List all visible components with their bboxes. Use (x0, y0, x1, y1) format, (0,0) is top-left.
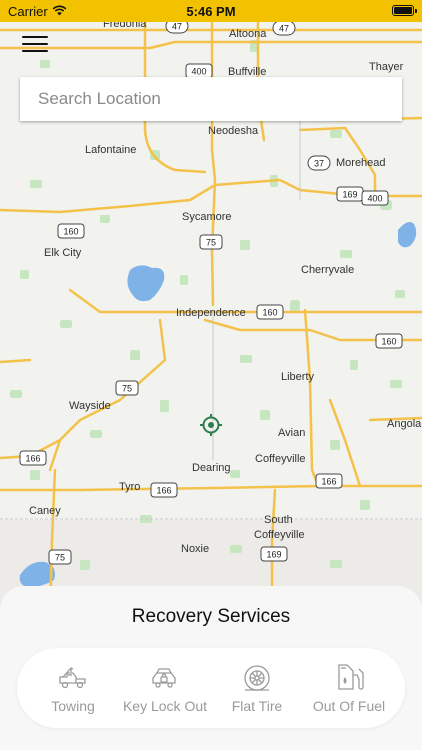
town-label: Liberty (281, 371, 315, 383)
town-label: Wayside (69, 400, 111, 412)
town-label: Noxie (181, 543, 209, 555)
svg-text:166: 166 (25, 454, 40, 464)
town-label: Fredonia (103, 22, 147, 30)
service-flat-tire[interactable]: Flat Tire (213, 648, 301, 728)
svg-text:37: 37 (314, 159, 324, 169)
svg-text:166: 166 (156, 486, 171, 496)
car-lock-icon (152, 668, 176, 688)
town-label: Elk City (44, 247, 82, 259)
tire-icon (244, 665, 270, 691)
svg-text:400: 400 (367, 194, 382, 204)
services-bar: Towing Key Lock Out Flat Tire Out Of Fue… (17, 648, 405, 728)
svg-text:160: 160 (381, 337, 396, 347)
service-key-lock-out[interactable]: Key Lock Out (121, 648, 209, 728)
tow-truck-icon (59, 667, 86, 689)
svg-text:47: 47 (172, 22, 182, 32)
status-bar: Carrier 5:46 PM (0, 0, 422, 22)
svg-text:166: 166 (321, 477, 336, 487)
town-label: Tyro (119, 481, 140, 493)
svg-text:400: 400 (191, 67, 206, 77)
svg-text:160: 160 (262, 308, 277, 318)
svg-text:75: 75 (55, 553, 65, 563)
menu-button[interactable] (20, 32, 50, 56)
town-label: Neodesha (208, 125, 259, 137)
search-box (20, 77, 402, 121)
sheet-title: Recovery Services (131, 606, 291, 627)
service-label: Flat Tire (231, 698, 283, 714)
menu-icon-bar (22, 50, 48, 52)
service-label: Towing (51, 698, 95, 714)
town-label: Cherryvale (301, 264, 354, 276)
town-label: Coffeyville (254, 529, 305, 541)
service-label: Out Of Fuel (312, 698, 386, 714)
town-label: Lafontaine (85, 144, 136, 156)
town-label: Coffeyville (255, 453, 306, 465)
town-label: Avian (278, 427, 305, 439)
town-label: Dearing (192, 462, 231, 474)
recovery-services-sheet: Recovery Services Towing Key Lock Out Fl… (0, 586, 422, 750)
svg-text:160: 160 (63, 227, 78, 237)
town-label: Sycamore (182, 211, 232, 223)
search-input[interactable] (20, 77, 402, 121)
town-label: Angola (387, 418, 422, 430)
town-label: Independence (176, 307, 246, 319)
town-label: Thayer (369, 61, 404, 73)
svg-text:169: 169 (266, 550, 281, 560)
service-out-of-fuel[interactable]: Out Of Fuel (305, 648, 393, 728)
town-label: Morehead (336, 157, 386, 169)
menu-icon-bar (22, 36, 48, 38)
svg-text:75: 75 (206, 238, 216, 248)
town-label: South (264, 514, 293, 526)
menu-icon-bar (22, 43, 48, 45)
clock: 5:46 PM (186, 4, 236, 19)
svg-text:75: 75 (122, 384, 132, 394)
service-label: Key Lock Out (122, 698, 208, 714)
fuel-pump-icon (338, 664, 364, 690)
battery-icon (392, 5, 417, 16)
svg-text:47: 47 (279, 24, 289, 34)
svg-text:169: 169 (342, 190, 357, 200)
current-location-icon[interactable] (199, 413, 223, 437)
town-label: Altoona (229, 28, 267, 40)
service-towing[interactable]: Towing (29, 648, 117, 728)
town-label: Caney (29, 505, 61, 517)
